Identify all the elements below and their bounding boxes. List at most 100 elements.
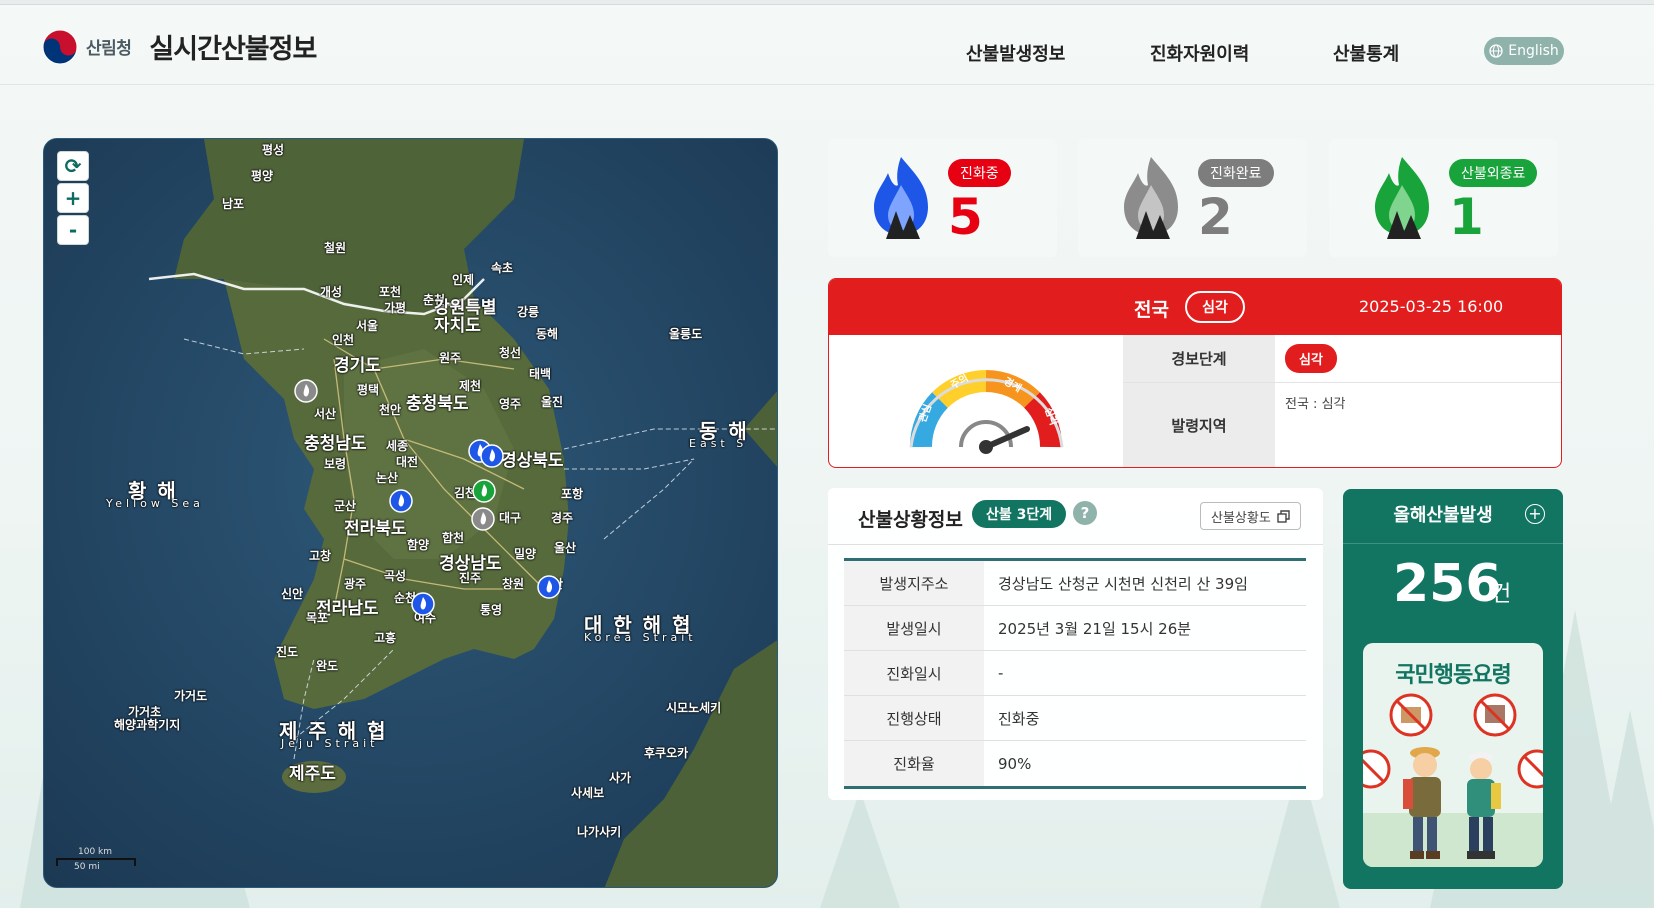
map-label: 고창 <box>309 549 332 563</box>
row-value: 진화중 <box>998 709 1040 728</box>
map-label: 광주 <box>344 577 367 591</box>
popup-window-icon <box>1277 509 1290 523</box>
fire-marker-burning[interactable] <box>389 489 413 513</box>
row-value: 2025년 3월 21일 15시 26분 <box>998 619 1192 638</box>
hikers-illustration <box>1363 693 1543 867</box>
map-label: 진주 <box>459 571 482 585</box>
map-label: 대구 <box>499 511 522 525</box>
map-label: 포항 <box>561 487 584 501</box>
table-row: 진화율 90% <box>844 741 1306 786</box>
fire-marker-done[interactable] <box>471 507 495 531</box>
yearly-more-button[interactable]: + <box>1525 504 1545 524</box>
scale-km: 100 km <box>78 847 113 857</box>
action-guide-title: 국민행동요령 <box>1395 663 1511 688</box>
map-label: 속초 <box>491 261 514 275</box>
status-card-burning[interactable]: 진화중 5 <box>828 139 1057 257</box>
map-label: 개성 <box>320 285 343 299</box>
map-label: 밀양 <box>514 547 537 561</box>
fire-marker-ended[interactable] <box>472 479 496 503</box>
alert-gauge: 관심 주의 경계 심각 <box>909 370 1064 462</box>
row-key: 진화일시 <box>844 651 984 695</box>
language-label: English <box>1508 43 1559 59</box>
fire-situation-map-button[interactable]: 산불상황도 <box>1200 502 1301 530</box>
status-card-done[interactable]: 진화완료 2 <box>1078 139 1307 257</box>
map-label: 영주 <box>499 397 522 411</box>
row-value: - <box>998 664 1004 682</box>
action-guide-banner[interactable]: 국민행동요령 <box>1363 643 1543 867</box>
nav-resource-history[interactable]: 진화자원이력 <box>1150 40 1249 66</box>
map-label: 합천 <box>442 531 465 545</box>
no-fire-sign-icon <box>1389 693 1433 737</box>
blue-flame-icon <box>874 157 928 239</box>
fire-marker-burning[interactable] <box>480 444 504 468</box>
map-scale: 100 km 50 mi <box>56 847 136 872</box>
row-key: 진행상태 <box>844 696 984 740</box>
taegeuk-emblem-icon <box>42 29 78 64</box>
map-label: 가거도 <box>174 689 208 703</box>
map-label: 대전 <box>396 455 419 469</box>
alert-header: 전국 심각 2025-03-25 16:00 <box>829 279 1561 335</box>
alert-key: 발령지역 <box>1123 383 1275 467</box>
no-gift-sign-icon <box>1363 749 1391 789</box>
fire-marker-burning[interactable] <box>537 575 561 599</box>
map-label: 군산 <box>334 499 357 513</box>
alert-panel: 전국 심각 2025-03-25 16:00 관심 주의 경계 심각 경보단계 … <box>828 278 1562 468</box>
alert-level-pill: 심각 <box>1185 291 1245 323</box>
yearly-fires-panel: 올해산불발생 + 256 건 국민행동요령 <box>1343 489 1563 889</box>
map-label: 가평 <box>384 301 407 315</box>
map-refresh-button[interactable]: ⟳ <box>57 151 89 181</box>
table-row: 발생지주소 경상남도 산청군 시천면 신천리 산 39임 <box>844 561 1306 606</box>
nav-fire-occurrence[interactable]: 산불발생정보 <box>966 40 1065 66</box>
map-label: 사세보 <box>571 786 605 800</box>
table-row: 진화일시 - <box>844 651 1306 696</box>
map-terrain <box>44 139 777 887</box>
map-label: 포천 <box>379 285 402 299</box>
sea-label-en: Korea Strait <box>584 631 697 644</box>
alert-level-badge: 심각 <box>1285 344 1337 373</box>
map-province-label: 충청남도 <box>304 434 367 454</box>
yearly-title: 올해산불발생 <box>1393 505 1493 526</box>
map-province-label: 강원특별자치도 <box>434 298 497 336</box>
map-zoom-in-button[interactable]: + <box>57 183 89 213</box>
green-flame-icon <box>1375 157 1429 239</box>
done-count: 2 <box>1198 188 1233 246</box>
no-bag-sign-icon <box>1517 749 1543 789</box>
alert-row-region: 발령지역 전국 : 심각 <box>1123 383 1561 467</box>
site-header: 산림청 실시간산불정보 산불발생정보 진화자원이력 산불통계 English <box>0 5 1654 85</box>
alert-region-value: 전국 : 심각 <box>1285 397 1346 412</box>
fire-info-title: 산불상황정보 <box>858 509 963 531</box>
ended-count: 1 <box>1449 188 1484 246</box>
language-button[interactable]: English <box>1484 37 1564 65</box>
map-label: 경주 <box>551 511 574 525</box>
alert-datetime: 2025-03-25 16:00 <box>1359 297 1504 316</box>
site-logo[interactable]: 산림청 실시간산불정보 <box>42 27 317 66</box>
status-card-ended[interactable]: 산불외종료 1 <box>1329 139 1558 257</box>
map-province-label: 경상북도 <box>501 451 564 471</box>
map-label: 울산 <box>554 541 577 555</box>
zoom-out-icon: - <box>68 218 78 242</box>
map-zoom-out-button[interactable]: - <box>57 215 89 245</box>
map-island-label: 제주도 <box>289 764 336 784</box>
map-label: 원주 <box>439 351 462 365</box>
fire-marker-done[interactable] <box>294 379 318 403</box>
fire-marker-burning[interactable] <box>411 592 435 616</box>
map-label: 함양 <box>407 538 430 552</box>
map-label: 남포 <box>222 197 245 211</box>
map-label: 서울 <box>356 319 379 333</box>
map-label: 청선 <box>499 346 522 360</box>
scale-mi: 50 mi <box>74 862 100 872</box>
map-label: 서산 <box>314 407 337 421</box>
help-icon[interactable]: ? <box>1073 501 1097 525</box>
status-badge-ended: 산불외종료 <box>1449 159 1538 187</box>
map-label: 시모노세키 <box>666 701 722 715</box>
fire-map[interactable]: ⟳ + - 평성 평양 남포 철원 속초 인제 개성 포천 가평 춘천 서울 인… <box>43 138 778 888</box>
sea-label-en: Yellow Sea <box>106 497 204 510</box>
nav-fire-statistics[interactable]: 산불통계 <box>1333 40 1399 66</box>
map-label: 인천 <box>332 333 355 347</box>
refresh-icon: ⟳ <box>64 154 82 178</box>
fire-info-table: 발생지주소 경상남도 산청군 시천면 신천리 산 39임 발생일시 2025년 … <box>844 558 1306 789</box>
table-row: 발생일시 2025년 3월 21일 15시 26분 <box>844 606 1306 651</box>
map-province-label: 전라북도 <box>344 519 407 539</box>
globe-icon <box>1489 44 1503 58</box>
map-label: 천안 <box>379 403 402 417</box>
